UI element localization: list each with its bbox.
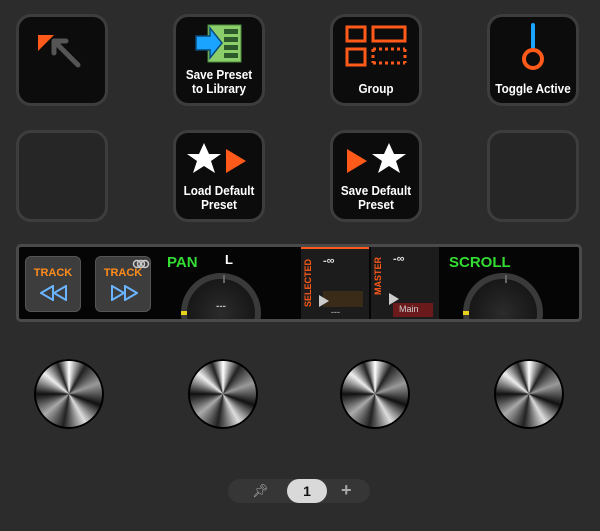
- arrow-up-left-icon: [38, 35, 81, 68]
- pad-load-default-preset[interactable]: Load Default Preset: [173, 130, 265, 222]
- track-next-button[interactable]: TRACK: [95, 256, 151, 312]
- selected-label: SELECTED: [303, 259, 313, 308]
- pad-label: Group: [358, 81, 394, 96]
- page-number[interactable]: 1: [287, 479, 327, 503]
- pad-label: Save Preset to Library: [185, 67, 253, 96]
- master-fader[interactable]: MASTER -∞ Main: [371, 247, 439, 319]
- master-label: MASTER: [373, 257, 383, 295]
- pad-toggle-active[interactable]: Toggle Active: [487, 14, 579, 106]
- fast-forward-icon: [111, 285, 138, 301]
- knob-4[interactable]: [494, 359, 564, 429]
- pan-label: PAN: [167, 254, 198, 271]
- pad-empty-2[interactable]: [487, 130, 579, 222]
- pad-label: Toggle Active: [495, 81, 571, 96]
- save-default-icon: [347, 143, 406, 173]
- pad-label: Load Default Preset: [183, 183, 255, 212]
- save-preset-library-icon: [195, 24, 242, 63]
- scroll-encoder[interactable]: [463, 273, 543, 319]
- fader-arrow-icon: [389, 293, 399, 305]
- selected-fader[interactable]: SELECTED -∞ ---: [301, 247, 369, 319]
- knob-2[interactable]: [188, 359, 258, 429]
- display-strip: TRACK TRACK PAN L --- SELECTED -∞ --- MA…: [16, 244, 582, 322]
- link-icon: [132, 259, 150, 269]
- pan-indicator: [181, 311, 187, 315]
- rewind-icon: [40, 285, 67, 301]
- knob-1[interactable]: [34, 359, 104, 429]
- track-prev-button[interactable]: TRACK: [25, 256, 81, 312]
- plus-icon[interactable]: +: [341, 480, 352, 501]
- selected-db: -∞: [323, 255, 335, 267]
- toggle-active-icon: [522, 23, 544, 70]
- pan-encoder[interactable]: ---: [181, 273, 261, 319]
- pad-save-preset-to-library[interactable]: Save Preset to Library: [173, 14, 265, 106]
- group-icon: [345, 25, 407, 67]
- pad-back[interactable]: [16, 14, 108, 106]
- pan-value: ---: [216, 301, 226, 312]
- pad-group[interactable]: Group: [330, 14, 422, 106]
- selected-fader-track: [323, 291, 363, 307]
- pad-empty-1[interactable]: [16, 130, 108, 222]
- pad-label: Save Default Preset: [340, 183, 412, 212]
- pad-save-default-preset[interactable]: Save Default Preset: [330, 130, 422, 222]
- pan-side-label: L: [225, 252, 233, 267]
- track-prev-label: TRACK: [33, 267, 73, 279]
- master-db: -∞: [393, 253, 405, 265]
- load-default-icon: [187, 143, 246, 173]
- scroll-label: SCROLL: [449, 254, 511, 271]
- scroll-indicator: [463, 311, 469, 315]
- fader-arrow-icon: [319, 295, 329, 307]
- page-selector: 📌︎ 1 +: [228, 479, 370, 503]
- pin-icon[interactable]: 📌︎: [252, 483, 269, 499]
- master-value: Main: [399, 304, 419, 314]
- knob-3[interactable]: [340, 359, 410, 429]
- selected-value: ---: [331, 307, 340, 317]
